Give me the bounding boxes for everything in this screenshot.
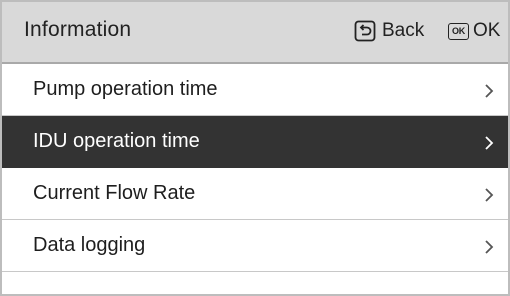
menu-item-label: Pump operation time xyxy=(33,78,218,100)
chevron-right-icon xyxy=(484,135,494,151)
back-icon xyxy=(354,20,376,42)
ok-button[interactable]: OK OK xyxy=(448,19,500,43)
header-bar: Information Back OK OK xyxy=(2,2,508,64)
menu-item-label: Current Flow Rate xyxy=(33,182,196,204)
chevron-right-icon xyxy=(484,239,494,255)
menu-item-label: Data logging xyxy=(33,234,146,256)
menu-item-pump-operation-time[interactable]: Pump operation time xyxy=(2,64,508,116)
information-menu: Pump operation time IDU operation time C… xyxy=(2,64,508,272)
menu-item-data-logging[interactable]: Data logging xyxy=(2,220,508,272)
ok-icon: OK xyxy=(448,22,469,40)
chevron-right-icon xyxy=(484,83,494,99)
ok-label: OK xyxy=(473,20,501,41)
menu-item-label: IDU operation time xyxy=(33,130,200,152)
information-screen: Information Back OK OK Pump operation ti… xyxy=(0,0,510,296)
back-label: Back xyxy=(382,20,425,41)
menu-item-current-flow-rate[interactable]: Current Flow Rate xyxy=(2,168,508,220)
menu-item-idu-operation-time[interactable]: IDU operation time xyxy=(2,116,508,168)
chevron-right-icon xyxy=(484,187,494,203)
page-title: Information xyxy=(24,18,132,41)
back-button[interactable]: Back xyxy=(354,19,424,43)
